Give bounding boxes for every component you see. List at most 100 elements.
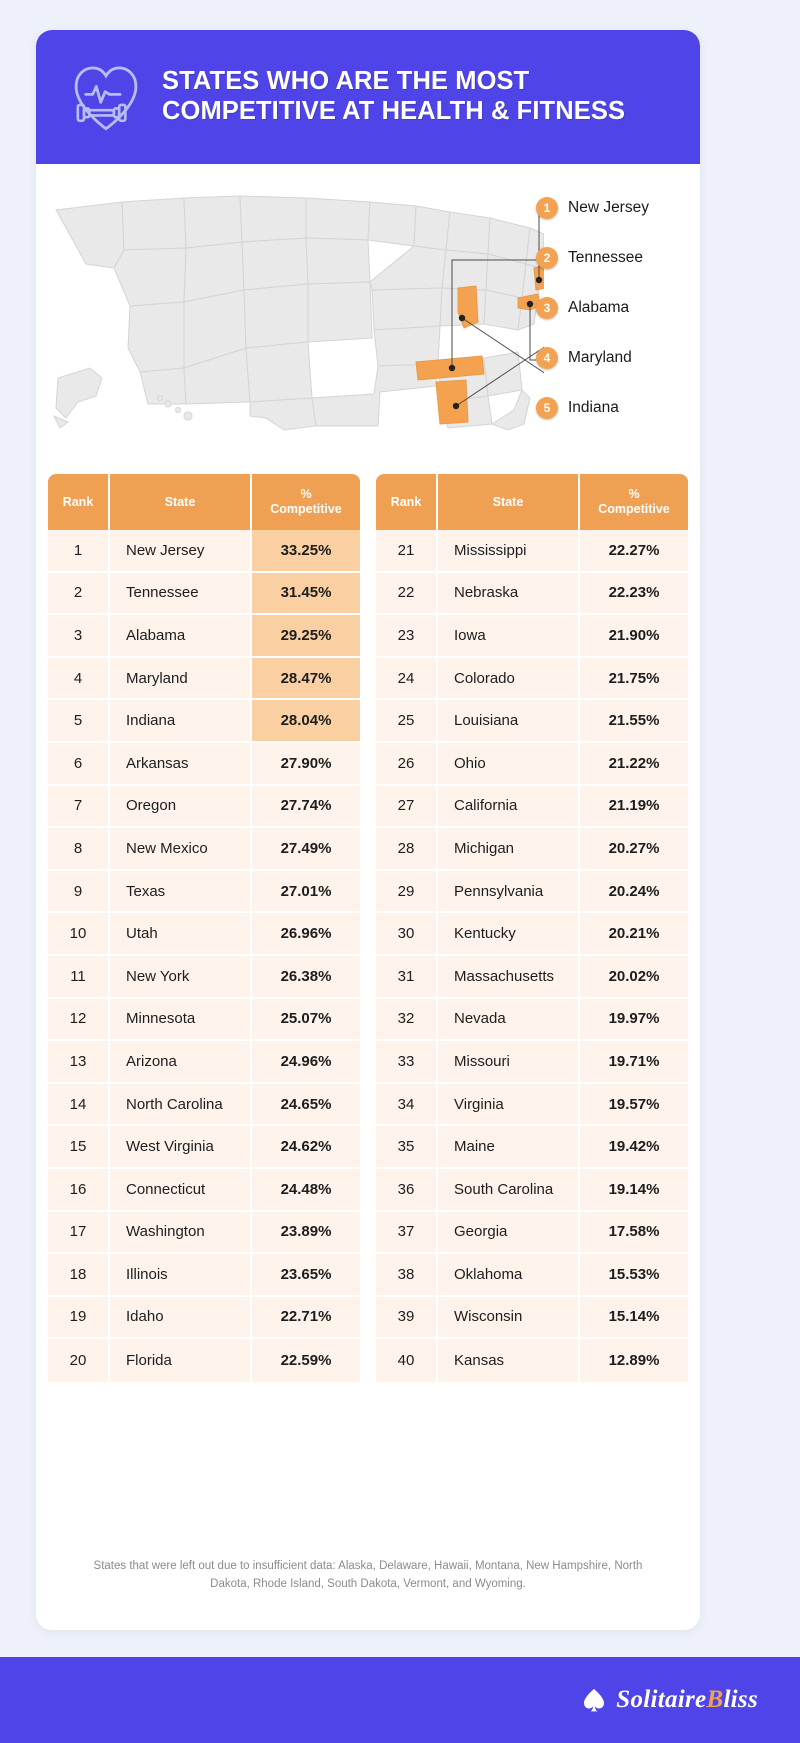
cell-rank: 36 <box>376 1168 438 1212</box>
cell-state: Ohio <box>438 742 580 786</box>
ranking-tables: Rank State % Competitive 1 New Jersey 33.2… <box>36 474 700 1382</box>
cell-rank: 14 <box>48 1083 110 1127</box>
cell-state: Tennessee <box>110 572 252 616</box>
table-row: 8 New Mexico 27.49% <box>48 828 360 871</box>
table-row: 31 Massachusetts 20.02% <box>376 955 688 999</box>
ranking-table-left: Rank State % Competitive 1 New Jersey 33.2… <box>48 474 360 1382</box>
table-row: 36 South Carolina 19.14% <box>376 1168 688 1212</box>
cell-percent-competitive: 21.75% <box>580 657 688 701</box>
cell-percent-competitive: 22.27% <box>580 530 688 573</box>
table-row: 17 Washington 23.89% <box>48 1211 360 1255</box>
cell-percent-competitive: 22.59% <box>252 1339 360 1382</box>
cell-state: Nevada <box>438 998 580 1042</box>
table-row: 10 Utah 26.96% <box>48 913 360 956</box>
callout-state-label: Indiana <box>568 399 619 416</box>
cell-state: Arkansas <box>110 742 252 786</box>
cell-percent-competitive: 17.58% <box>580 1211 688 1255</box>
column-header-percent-line1: % <box>628 487 640 502</box>
cell-percent-competitive: 33.25% <box>252 530 360 573</box>
table-row: 19 Idaho 22.71% <box>48 1296 360 1340</box>
cell-percent-competitive: 22.71% <box>252 1296 360 1340</box>
table-row: 33 Missouri 19.71% <box>376 1041 688 1084</box>
ranking-table-right: Rank State % Competitive 21 Mississippi 22… <box>376 474 688 1382</box>
cell-state: Missouri <box>438 1041 580 1084</box>
column-header-state: State <box>438 474 580 530</box>
cell-state: Georgia <box>438 1211 580 1255</box>
brand-logo-text: SolitaireBliss <box>616 1686 758 1714</box>
map-callout[interactable]: 2 Tennessee <box>536 236 700 280</box>
cell-rank: 30 <box>376 913 438 956</box>
table-row: 39 Wisconsin 15.14% <box>376 1296 688 1340</box>
cell-state: Kansas <box>438 1339 580 1382</box>
table-row: 11 New York 26.38% <box>48 955 360 999</box>
table-row: 7 Oregon 27.74% <box>48 785 360 829</box>
callout-state-label: Alabama <box>568 299 630 316</box>
table-row: 22 Nebraska 22.23% <box>376 572 688 616</box>
table-header: Rank State % Competitive <box>48 474 360 530</box>
map-callout[interactable]: 4 Maryland <box>536 336 700 380</box>
cell-rank: 23 <box>376 615 438 658</box>
table-header-row: Rank State % Competitive <box>376 474 688 530</box>
cell-percent-competitive: 28.47% <box>252 657 360 701</box>
column-header-percent-line2: Competitive <box>270 502 342 516</box>
map-callout[interactable]: 5 Indiana <box>536 386 700 430</box>
map-callout[interactable]: 3 Alabama <box>536 286 700 330</box>
table-row: 4 Maryland 28.47% <box>48 657 360 701</box>
cell-rank: 25 <box>376 700 438 743</box>
cell-percent-competitive: 29.25% <box>252 615 360 658</box>
cell-percent-competitive: 21.55% <box>580 700 688 743</box>
spade-logo-icon <box>584 1689 605 1712</box>
cell-rank: 31 <box>376 955 438 999</box>
cell-state: Maine <box>438 1126 580 1169</box>
cell-state: New Jersey <box>110 530 252 573</box>
cell-state: South Carolina <box>438 1168 580 1212</box>
cell-rank: 21 <box>376 530 438 573</box>
cell-rank: 2 <box>48 572 110 616</box>
cell-percent-competitive: 19.57% <box>580 1083 688 1127</box>
cell-state: Washington <box>110 1211 252 1255</box>
cell-state: Connecticut <box>110 1168 252 1212</box>
table-row: 34 Virginia 19.57% <box>376 1083 688 1127</box>
cell-percent-competitive: 31.45% <box>252 572 360 616</box>
cell-rank: 34 <box>376 1083 438 1127</box>
column-header-percent-competitive: % Competitive <box>580 474 688 530</box>
cell-state: Utah <box>110 913 252 956</box>
column-header-percent-competitive: % Competitive <box>252 474 360 530</box>
cell-state: Texas <box>110 870 252 914</box>
table-row: 27 California 21.19% <box>376 785 688 829</box>
cell-percent-competitive: 20.02% <box>580 955 688 999</box>
callout-rank-badge: 4 <box>536 347 558 369</box>
table-row: 26 Ohio 21.22% <box>376 742 688 786</box>
column-header-rank: Rank <box>376 474 438 530</box>
cell-state: New York <box>110 955 252 999</box>
cell-state: Kentucky <box>438 913 580 956</box>
table-row: 5 Indiana 28.04% <box>48 700 360 743</box>
map-callout[interactable]: 1 New Jersey <box>536 186 700 230</box>
cell-percent-competitive: 24.48% <box>252 1168 360 1212</box>
table-row: 13 Arizona 24.96% <box>48 1041 360 1084</box>
table-row: 16 Connecticut 24.48% <box>48 1168 360 1212</box>
cell-rank: 7 <box>48 785 110 829</box>
table-row: 23 Iowa 21.90% <box>376 615 688 658</box>
cell-percent-competitive: 19.42% <box>580 1126 688 1169</box>
brand-logo[interactable]: SolitaireBliss <box>579 1685 758 1715</box>
cell-rank: 35 <box>376 1126 438 1169</box>
table-body-left: 1 New Jersey 33.25% 2 Tennessee 31.45% 3 Alabam… <box>48 530 360 1382</box>
cell-rank: 8 <box>48 828 110 871</box>
column-header-percent-line2: Competitive <box>598 502 670 516</box>
table-row: 32 Nevada 19.97% <box>376 998 688 1042</box>
table-row: 29 Pennsylvania 20.24% <box>376 870 688 914</box>
cell-rank: 10 <box>48 913 110 956</box>
table-row: 3 Alabama 29.25% <box>48 615 360 658</box>
cell-percent-competitive: 27.01% <box>252 870 360 914</box>
footnote: States that were left out due to insuffi… <box>82 1558 654 1594</box>
column-header-percent-line1: % <box>300 487 312 502</box>
cell-rank: 38 <box>376 1254 438 1297</box>
cell-state: California <box>438 785 580 829</box>
cell-percent-competitive: 20.27% <box>580 828 688 871</box>
cell-state: North Carolina <box>110 1083 252 1127</box>
table-row: 38 Oklahoma 15.53% <box>376 1254 688 1297</box>
cell-rank: 33 <box>376 1041 438 1084</box>
cell-state: Colorado <box>438 657 580 701</box>
us-map <box>52 195 544 431</box>
